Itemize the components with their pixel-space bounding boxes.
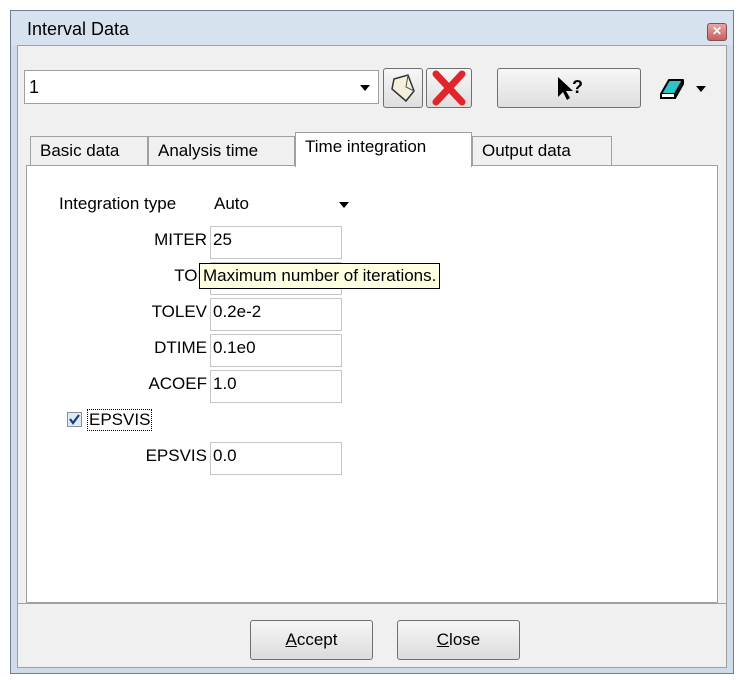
close-window-button[interactable]: ✕ — [707, 23, 727, 41]
close-button[interactable]: Close — [397, 620, 520, 660]
chevron-down-icon — [360, 85, 370, 91]
epsvis-field[interactable]: 0.0 — [210, 442, 342, 475]
interval-select[interactable]: 1 — [24, 70, 379, 104]
accept-button[interactable]: Accept — [250, 620, 373, 660]
tolev-field[interactable]: 0.2e-2 — [210, 298, 342, 331]
eraser-button[interactable] — [655, 68, 687, 108]
help-glyph: ? — [572, 77, 583, 97]
close-icon: ✕ — [711, 24, 723, 38]
accept-label: ccept — [296, 630, 338, 649]
tab-bar: Basic data Analysis time Time integratio… — [30, 132, 620, 167]
context-help-icon: ? — [558, 77, 583, 100]
miter-field[interactable]: 25 — [210, 226, 342, 259]
eraser-icon — [660, 79, 684, 99]
close-mnemonic: C — [436, 630, 450, 649]
time-integration-panel: Integration type Auto MITER 25 TOL TOLEV… — [26, 165, 718, 603]
tab-time-integration[interactable]: Time integration — [295, 132, 472, 167]
accept-mnemonic: A — [285, 630, 297, 649]
window-title: Interval Data — [27, 19, 130, 39]
epsvis-checkbox-label[interactable]: EPSVIS — [87, 409, 153, 431]
dtime-label: DTIME — [154, 338, 207, 357]
new-interval-button[interactable] — [383, 68, 423, 108]
epsvis-checkbox[interactable] — [67, 412, 82, 427]
tolev-label: TOLEV — [151, 302, 207, 321]
interval-select-value: 1 — [29, 77, 40, 97]
integration-type-label: Integration type — [59, 194, 177, 213]
delete-interval-button[interactable] — [426, 68, 472, 108]
acoef-label: ACOEF — [148, 374, 207, 393]
footer-divider — [18, 603, 726, 604]
tab-output-data[interactable]: Output data — [472, 136, 612, 166]
tab-basic-data[interactable]: Basic data — [30, 136, 148, 166]
check-icon — [69, 414, 80, 425]
tol-label: TOL — [174, 266, 207, 285]
epsvis-field-label: EPSVIS — [145, 446, 207, 465]
chevron-down-icon — [696, 86, 706, 92]
toolbar-menu-button[interactable] — [690, 68, 712, 108]
integration-type-select[interactable]: Auto — [214, 194, 249, 214]
new-interval-icon — [391, 74, 415, 103]
dtime-field[interactable]: 0.1e0 — [210, 334, 342, 367]
delete-icon — [432, 70, 466, 106]
tooltip: Maximum number of iterations. — [199, 263, 441, 289]
chevron-down-icon — [339, 202, 349, 208]
tab-analysis-time[interactable]: Analysis time — [148, 136, 295, 166]
interval-data-window: Interval Data ✕ 1 ? Basic data Analysis … — [10, 10, 734, 674]
context-help-button[interactable]: ? — [497, 68, 641, 108]
miter-label: MITER — [154, 230, 207, 249]
title-bar[interactable]: Interval Data ✕ — [11, 11, 733, 45]
dialog-client: 1 ? Basic data Analysis time Time integr… — [17, 45, 727, 668]
acoef-field[interactable]: 1.0 — [210, 370, 342, 403]
close-label: lose — [449, 630, 481, 649]
